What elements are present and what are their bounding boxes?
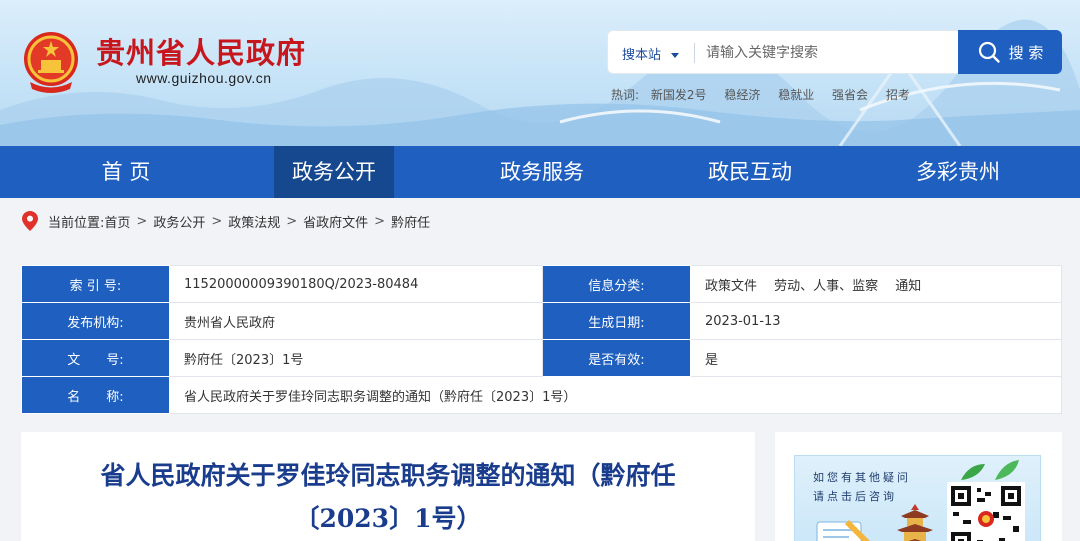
category-label: 信息分类: (542, 265, 691, 303)
search-button-label: 搜 索 (1008, 43, 1044, 62)
pagoda-icon (897, 504, 933, 541)
breadcrumb: 当前位置: 首页 > 政务公开 > 政策法规 > 省政府文件 > 黔府任 (22, 211, 430, 231)
search-scope-label: 搜本站 (622, 48, 662, 63)
consult-line-1: 如您有其他疑问 (813, 471, 911, 484)
index-no-label: 索 引 号: (21, 265, 170, 303)
doc-no-value: 黔府任〔2023〕1号 (169, 339, 543, 377)
chevron-down-icon (671, 53, 680, 58)
breadcrumb-separator: > (211, 213, 223, 229)
date-value: 2023-01-13 (690, 302, 1062, 340)
breadcrumb-item-current[interactable]: 黔府任 (391, 212, 430, 231)
search-input[interactable] (706, 39, 946, 67)
breadcrumb-item-provincial-docs[interactable]: 省政府文件 (303, 212, 368, 231)
breadcrumb-separator: > (136, 213, 148, 229)
hot-word-link[interactable]: 稳经济 (724, 88, 760, 102)
name-value: 省人民政府关于罗佳玲同志职务调整的通知（黔府任〔2023〕1号） (169, 376, 1062, 414)
consult-text: 如您有其他疑问 请点击后咨询 (813, 468, 911, 506)
table-row: 索 引 号: 11520000009390180Q/2023-80484 信息分… (21, 265, 1062, 303)
hot-word-link[interactable]: 稳就业 (778, 88, 814, 102)
consult-banner[interactable]: 如您有其他疑问 请点击后咨询 (794, 455, 1041, 541)
nav-item-colorful-guizhou[interactable]: 多彩贵州 (876, 146, 1040, 198)
document-illustration-icon (816, 520, 870, 541)
location-pin-icon (22, 211, 38, 231)
breadcrumb-prefix: 当前位置: (48, 215, 105, 231)
index-no-value: 11520000009390180Q/2023-80484 (169, 265, 543, 303)
main-nav: 首 页 政务公开 政务服务 政民互动 多彩贵州 (0, 146, 1080, 198)
search-button[interactable]: 搜 索 (958, 30, 1062, 74)
hot-word-link[interactable]: 强省会 (832, 88, 868, 102)
site-url: www.guizhou.gov.cn (136, 70, 272, 86)
search-icon (978, 41, 1000, 63)
hot-words-label: 热词: (611, 88, 640, 102)
table-row: 文 号: 黔府任〔2023〕1号 是否有效: 是 (21, 339, 1062, 377)
search-box: 搜本站 (607, 30, 959, 74)
doc-no-label: 文 号: (21, 339, 170, 377)
nav-item-government-affairs[interactable]: 政务公开 (274, 146, 394, 198)
breadcrumb-separator: > (286, 213, 298, 229)
valid-label: 是否有效: (542, 339, 691, 377)
date-label: 生成日期: (542, 302, 691, 340)
hot-word-link[interactable]: 新国发2号 (651, 88, 707, 102)
breadcrumb-item-government-affairs[interactable]: 政务公开 (153, 212, 205, 231)
breadcrumb-separator: > (374, 213, 386, 229)
breadcrumb-item-home[interactable]: 首页 (104, 212, 130, 231)
leaf-icon (961, 460, 1019, 480)
publisher-value: 贵州省人民政府 (169, 302, 543, 340)
qr-code-icon[interactable] (947, 482, 1025, 541)
name-label: 名 称: (21, 376, 170, 414)
valid-value: 是 (690, 339, 1062, 377)
breadcrumb-item-policies[interactable]: 政策法规 (228, 212, 280, 231)
nav-item-services[interactable]: 政务服务 (460, 146, 624, 198)
document-info-table: 索 引 号: 11520000009390180Q/2023-80484 信息分… (21, 265, 1062, 414)
site-name[interactable]: 贵州省人民政府 (96, 30, 306, 72)
article-title: 省人民政府关于罗佳玲同志职务调整的通知（黔府任〔2023〕1号） (100, 461, 676, 533)
category-value: 政策文件 劳动、人事、监察 通知 (690, 265, 1062, 303)
publisher-label: 发布机构: (21, 302, 170, 340)
table-row: 名 称: 省人民政府关于罗佳玲同志职务调整的通知（黔府任〔2023〕1号） (21, 376, 1062, 414)
nav-item-interaction[interactable]: 政民互动 (668, 146, 832, 198)
divider (694, 43, 695, 63)
hot-words: 热词: 新国发2号 稳经济 稳就业 强省会 招考 (611, 86, 924, 103)
nav-item-home[interactable]: 首 页 (22, 146, 230, 198)
header-banner: 贵州省人民政府 www.guizhou.gov.cn 搜本站 搜 索 热词: 新… (0, 0, 1080, 146)
article-card: 省人民政府关于罗佳玲同志职务调整的通知（黔府任〔2023〕1号） (21, 432, 755, 541)
consult-card[interactable]: 如您有其他疑问 请点击后咨询 (775, 432, 1062, 541)
hot-word-link[interactable]: 招考 (886, 88, 910, 102)
search-scope-dropdown[interactable]: 搜本站 (622, 44, 680, 63)
national-emblem-icon (24, 32, 78, 93)
table-row: 发布机构: 贵州省人民政府 生成日期: 2023-01-13 (21, 302, 1062, 340)
